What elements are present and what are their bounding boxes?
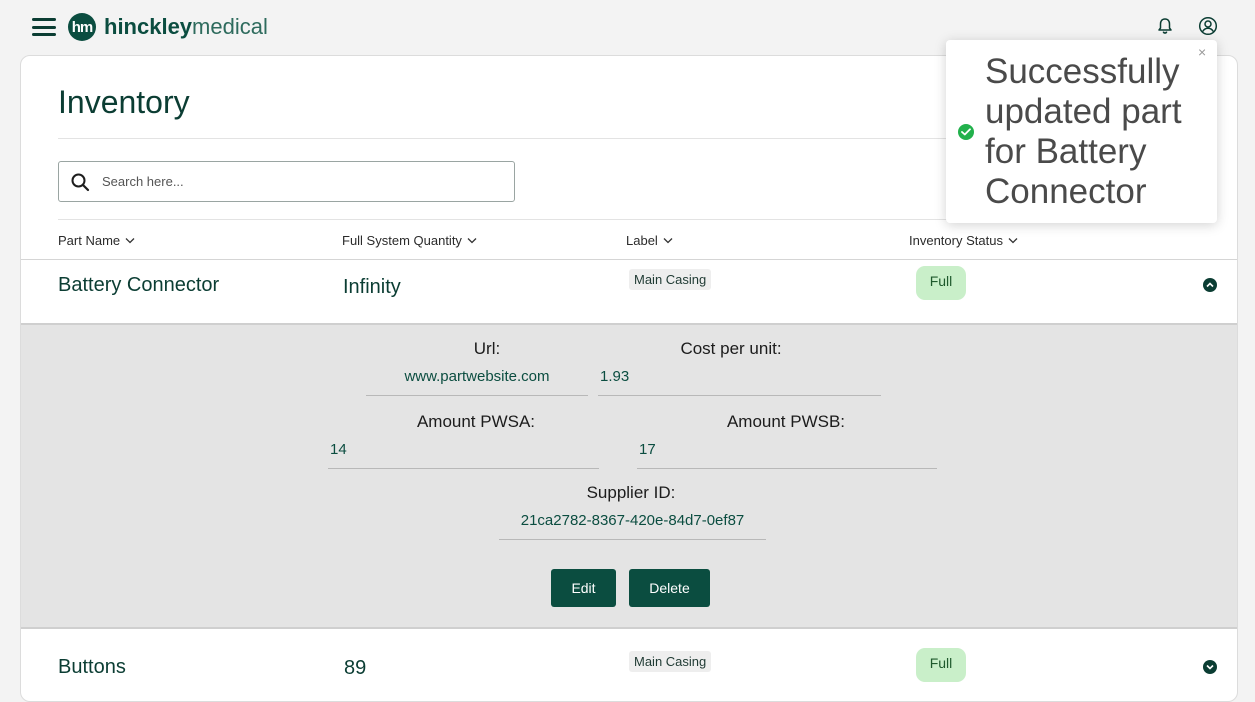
supplier-id-label: Supplier ID: (586, 483, 676, 502)
edit-button[interactable]: Edit (551, 569, 616, 607)
column-header-part-name[interactable]: Part Name (58, 233, 135, 248)
chevron-down-icon (125, 238, 135, 244)
logo-text: hinckleymedical (104, 14, 268, 40)
success-toast: Successfully updated part for Battery Co… (946, 40, 1217, 223)
bell-icon[interactable] (1155, 16, 1175, 36)
logo-text-bold: hinckley (104, 14, 193, 39)
logo-text-light: medical (192, 14, 268, 39)
search-input[interactable] (100, 173, 480, 190)
amount-pwsb-value[interactable]: 17 (637, 441, 937, 469)
cost-per-unit-value[interactable]: 1.93 (598, 368, 881, 396)
url-value[interactable]: www.partwebsite.com (366, 368, 588, 396)
column-header-label: Part Name (58, 233, 121, 248)
amount-pwsa-value[interactable]: 14 (328, 441, 599, 469)
chevron-down-icon (663, 238, 673, 244)
page-title: Inventory (58, 84, 190, 120)
label-chip: Main Casing (629, 651, 712, 672)
cost-per-unit-label: Cost per unit: (680, 339, 782, 358)
toast-message: Successfully updated part for Battery Co… (985, 52, 1182, 211)
logo-mark: hm (68, 13, 96, 41)
part-details-panel: Url: www.partwebsite.com Cost per unit: … (21, 323, 1237, 629)
status-badge: Full (916, 648, 966, 682)
chevron-down-icon (1206, 664, 1214, 670)
part-name: Buttons (58, 656, 126, 678)
delete-button[interactable]: Delete (629, 569, 710, 607)
search-icon (71, 173, 90, 191)
chevron-down-icon (467, 238, 477, 244)
column-header-label: Inventory Status (909, 233, 1003, 248)
column-header-full-system-quantity[interactable]: Full System Quantity (342, 233, 477, 248)
expand-row-button[interactable] (1203, 660, 1217, 674)
close-icon[interactable]: × (1198, 44, 1206, 60)
chevron-up-icon (1206, 282, 1214, 288)
column-header-label: Full System Quantity (342, 233, 462, 248)
menu-icon[interactable] (32, 18, 56, 36)
full-system-quantity: 89 (344, 657, 367, 679)
status-badge: Full (916, 266, 966, 300)
divider (21, 259, 1237, 260)
amount-pwsa-label: Amount PWSA: (416, 412, 536, 431)
column-header-label[interactable]: Label (626, 233, 673, 248)
amount-pwsb-label: Amount PWSB: (726, 412, 846, 431)
logo[interactable]: hm hinckleymedical (68, 12, 268, 42)
column-header-inventory-status[interactable]: Inventory Status (909, 233, 1018, 248)
part-name: Battery Connector (58, 274, 220, 296)
supplier-id-value[interactable]: 21ca2782-8367-420e-84d7-0ef87 (499, 512, 766, 540)
search-box[interactable] (58, 161, 515, 202)
url-label: Url: (473, 339, 501, 358)
full-system-quantity: Infinity (343, 276, 401, 298)
column-header-label-text: Label (626, 233, 658, 248)
check-circle-icon (958, 124, 974, 140)
chevron-down-icon (1008, 238, 1018, 244)
collapse-row-button[interactable] (1203, 278, 1217, 292)
label-chip: Main Casing (629, 269, 712, 290)
user-circle-icon[interactable] (1198, 16, 1218, 36)
